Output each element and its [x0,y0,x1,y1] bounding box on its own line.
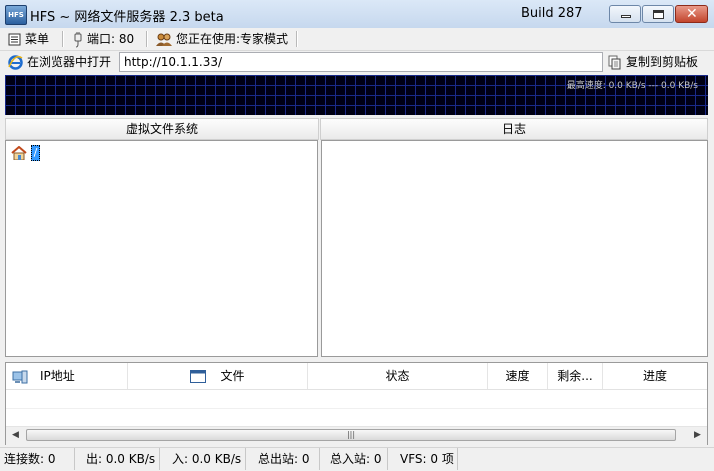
port-label: 端口: 80 [87,32,135,46]
horizontal-scrollbar[interactable]: ◀ ||| ▶ [6,426,707,445]
menu-label: 菜单 [25,32,50,46]
home-icon [11,146,27,160]
vfs-panel-header: 虚拟文件系统 [5,118,319,140]
scroll-right-icon[interactable]: ▶ [694,430,701,440]
maximize-button[interactable] [642,5,674,23]
connections-header: IP地址 文件 状态 速度 剩余... 进度 [6,363,707,390]
column-remaining-label: 剩余... [557,369,593,383]
users-icon [156,33,172,46]
port-button[interactable]: 端口: 80 [73,28,134,50]
close-icon: ✕ [686,6,698,22]
plug-icon [74,31,82,47]
column-progress[interactable]: 进度 [603,363,707,389]
column-file-label: 文件 [220,369,245,383]
window-title: HFS ~ 网络文件服务器 2.3 beta [30,10,224,25]
url-field[interactable] [119,52,603,72]
copy-to-clipboard-button[interactable]: 复制到剪贴板 [608,51,698,73]
status-total-out: 总出站: 0 [254,448,320,470]
status-connections: 连接数: 0 [0,448,75,470]
minimize-button[interactable] [609,5,641,23]
computer-icon [12,370,28,383]
minimize-icon [621,15,631,18]
vfs-tree[interactable]: / [5,140,318,357]
column-speed-label: 速度 [505,369,530,383]
status-total-in: 总入站: 0 [326,448,388,470]
column-status-label: 状态 [385,369,410,383]
ie-browser-icon [8,55,23,70]
connections-list[interactable]: IP地址 文件 状态 速度 剩余... 进度 ◀ ||| ▶ [5,362,708,445]
menu-button[interactable]: 菜单 [8,28,49,50]
url-bar: 在浏览器中打开 复制到剪贴板 [0,51,714,74]
toolbar-separator [62,31,64,47]
copy-icon [608,55,621,70]
table-row [6,389,707,409]
scroll-thumb[interactable]: ||| [26,429,676,441]
column-speed[interactable]: 速度 [488,363,548,389]
window-icon [190,370,207,383]
mode-label: 您正在使用:专家模式 [176,32,289,46]
vfs-root-label[interactable]: / [31,145,40,161]
status-out-speed: 出: 0.0 KB/s [82,448,160,470]
maximize-icon [653,10,664,19]
status-in-speed: 入: 0.0 KB/s [168,448,246,470]
log-area[interactable] [321,140,708,357]
status-bar: 连接数: 0 出: 0.0 KB/s 入: 0.0 KB/s 总出站: 0 总入… [0,447,714,471]
log-panel-header: 日志 [320,118,708,140]
close-button[interactable]: ✕ [675,5,708,23]
status-vfs: VFS: 0 项 [396,448,458,470]
open-in-browser-button[interactable]: 在浏览器中打开 [8,51,111,73]
toolbar-separator [296,31,298,47]
mode-button[interactable]: 您正在使用:专家模式 [156,28,288,50]
column-progress-label: 进度 [642,369,667,383]
column-ip[interactable]: IP地址 [6,363,128,389]
max-speed-label: 最高速度: 0.0 KB/s --- 0.0 KB/s [566,81,698,91]
speed-graph: 最高速度: 0.0 KB/s --- 0.0 KB/s [5,75,708,115]
toolbar-separator [146,31,148,47]
scroll-left-icon[interactable]: ◀ [12,430,19,440]
toolbar: 菜单 端口: 80 您正在使用:专家模式 [0,28,714,51]
vfs-root-item[interactable]: / [11,145,40,161]
hfs-app-icon: HFS [5,5,27,25]
title-bar: HFS HFS ~ 网络文件服务器 2.3 beta Build 287 ✕ [0,0,714,29]
column-remaining[interactable]: 剩余... [548,363,603,389]
menu-icon [8,33,21,46]
column-file[interactable]: 文件 [128,363,308,389]
copy-to-clipboard-label: 复制到剪贴板 [626,55,699,69]
column-ip-label: IP地址 [40,369,75,383]
build-label: Build 287 [521,6,583,21]
open-in-browser-label: 在浏览器中打开 [27,55,112,69]
table-row [6,408,707,428]
column-status[interactable]: 状态 [308,363,488,389]
